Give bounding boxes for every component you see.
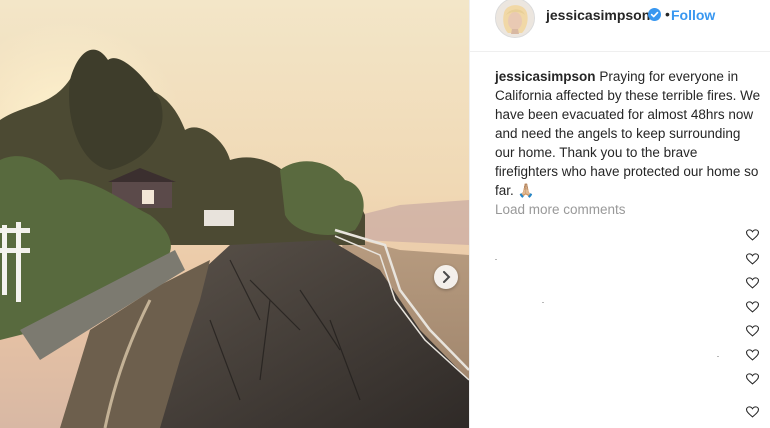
comment-text-fragment (542, 302, 544, 303)
comment-row (495, 275, 765, 293)
comment-row (495, 299, 765, 317)
load-more-comments-link[interactable]: Load more comments (495, 202, 626, 217)
comment-row (495, 347, 765, 365)
verified-badge-icon (648, 8, 661, 21)
post-username[interactable]: jessicasimpson (546, 7, 650, 23)
post-header: jessicasimpson • Follow (470, 0, 770, 52)
header-separator: • (665, 6, 670, 22)
avatar[interactable] (495, 0, 535, 38)
caption-text: Praying for everyone in California affec… (495, 69, 761, 198)
comment-row (495, 371, 765, 389)
heart-outline-icon[interactable] (746, 325, 759, 337)
comment-row (495, 323, 765, 341)
heart-outline-icon[interactable] (746, 253, 759, 265)
heart-outline-icon[interactable] (746, 229, 759, 241)
follow-button[interactable]: Follow (671, 7, 715, 23)
caption-username[interactable]: jessicasimpson (495, 69, 596, 84)
heart-outline-icon[interactable] (746, 406, 759, 418)
comment-text-fragment (495, 259, 497, 260)
heart-outline-icon[interactable] (746, 349, 759, 361)
avatar-image (496, 0, 534, 37)
post-sidebar: jessicasimpson • Follow jessicasimpson P… (469, 0, 770, 428)
post-caption: jessicasimpson Praying for everyone in C… (495, 67, 763, 200)
comment-row (495, 404, 765, 422)
heart-outline-icon[interactable] (746, 373, 759, 385)
comment-row (495, 251, 765, 269)
comment-text-fragment (717, 356, 719, 357)
heart-outline-icon[interactable] (746, 277, 759, 289)
next-photo-button[interactable] (434, 265, 458, 289)
comment-row (495, 227, 765, 245)
wildfire-hillside-image (0, 0, 469, 428)
heart-outline-icon[interactable] (746, 301, 759, 313)
chevron-right-icon (443, 271, 451, 283)
post-photo[interactable] (0, 0, 469, 428)
